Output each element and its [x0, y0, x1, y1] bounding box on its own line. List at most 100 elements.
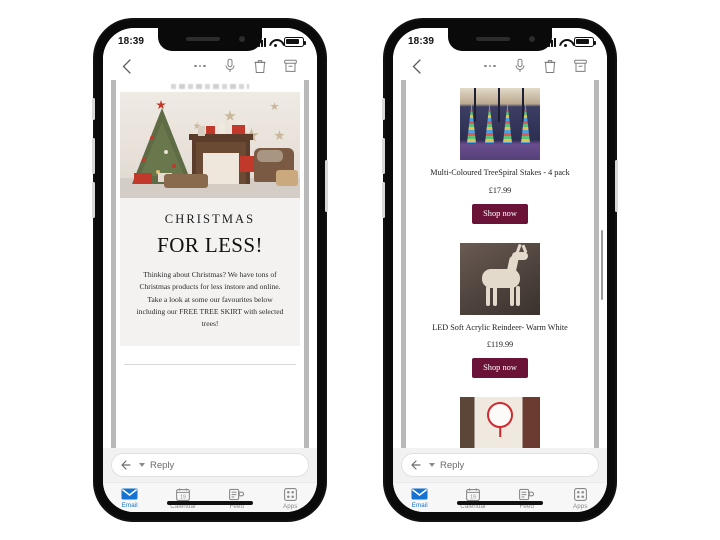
promo-block: CHRISTMAS FOR LESS! Thinking about Chris… [120, 198, 300, 347]
silent-switch-right[interactable] [382, 98, 385, 120]
obscured-sender-line [171, 84, 249, 89]
status-indicators [545, 36, 596, 47]
trash-icon[interactable] [245, 59, 275, 74]
back-chevron-icon[interactable] [115, 58, 137, 74]
reply-arrow-icon [121, 459, 131, 470]
tab-feed[interactable]: Feed [500, 488, 554, 510]
product-price: £17.99 [488, 185, 512, 195]
tab-email-label: Email [411, 502, 428, 509]
phone-screen-left: 18:39 CHRISTMAS FOR LESS! Thinking about… [103, 28, 317, 512]
product-spacer [393, 378, 607, 395]
mail-toolbar-right [393, 52, 607, 80]
tab-calendar[interactable]: 19 Calendar [447, 488, 501, 510]
product-title: LED Soft Acrylic Reindeer- Warm White [432, 322, 568, 332]
earpiece-speaker-icon [186, 37, 220, 41]
email-hero-image [120, 92, 300, 198]
screenshot-canvas: 18:39 CHRISTMAS FOR LESS! Thinking about… [0, 0, 720, 540]
content-divider [124, 364, 296, 366]
front-camera-icon [239, 36, 245, 42]
calendar-icon: 19 [176, 488, 191, 501]
archive-icon[interactable] [275, 59, 305, 73]
front-camera-icon [529, 36, 535, 42]
home-indicator-right[interactable] [457, 501, 543, 505]
phone-screen-right: 18:39 Multi-Coloured TreeSpiral Stakes -… [393, 28, 607, 512]
promo-body-text: Thinking about Christmas? We have tons o… [136, 270, 284, 329]
tab-bar-left: Email 19 Calendar Feed Apps [103, 482, 317, 512]
svg-text:19: 19 [180, 494, 186, 500]
volume-down-button-right[interactable] [382, 182, 385, 218]
microphone-icon[interactable] [505, 58, 535, 74]
shop-now-button[interactable]: Shop now [472, 358, 528, 379]
product-card: LED Soft Acrylic Reindeer- Warm White £1… [415, 241, 585, 379]
promo-subheading: FOR LESS! [157, 233, 263, 257]
chevron-down-icon[interactable] [139, 463, 145, 467]
volume-up-button-right[interactable] [382, 138, 385, 174]
status-indicators [255, 36, 306, 47]
reply-placeholder: Reply [440, 459, 465, 471]
volume-down-button-left[interactable] [92, 182, 95, 218]
content-rail-left [111, 80, 116, 448]
chevron-down-icon[interactable] [429, 463, 435, 467]
apps-grid-icon [283, 488, 297, 501]
product-card-partial [415, 395, 585, 448]
status-time: 18:39 [118, 36, 145, 47]
phone-device-left: 18:39 CHRISTMAS FOR LESS! Thinking about… [92, 20, 328, 520]
reply-bar-right: Reply [393, 448, 607, 482]
tab-apps[interactable]: Apps [554, 488, 608, 510]
power-button-right[interactable] [615, 160, 618, 212]
tab-apps-label: Apps [282, 503, 298, 510]
product-title: Multi-Coloured TreeSpiral Stakes - 4 pac… [430, 168, 570, 177]
volume-up-button-left[interactable] [92, 138, 95, 174]
email-content-right[interactable]: Multi-Coloured TreeSpiral Stakes - 4 pac… [393, 80, 607, 448]
wifi-icon [559, 38, 571, 47]
product-image [460, 242, 540, 315]
tab-apps[interactable]: Apps [264, 488, 318, 510]
tab-email[interactable]: Email [103, 488, 157, 509]
power-button-left[interactable] [325, 160, 328, 212]
trash-icon[interactable] [535, 59, 565, 74]
more-options-icon[interactable] [475, 64, 505, 68]
reply-bar-left: Reply [103, 448, 317, 482]
battery-icon [574, 36, 596, 47]
tab-calendar[interactable]: 19 Calendar [157, 488, 211, 510]
silent-switch-left[interactable] [92, 98, 95, 120]
archive-icon[interactable] [565, 59, 595, 73]
home-indicator-left[interactable] [167, 501, 253, 505]
envelope-icon [121, 488, 138, 500]
content-rail-left [401, 80, 406, 448]
phone-device-right: 18:39 Multi-Coloured TreeSpiral Stakes -… [382, 20, 618, 520]
product-spacer [393, 224, 607, 241]
product-image [460, 397, 540, 448]
back-chevron-icon[interactable] [405, 58, 427, 74]
earpiece-speaker-icon [476, 37, 510, 41]
more-options-icon[interactable] [185, 64, 215, 68]
device-notch-right [448, 28, 552, 51]
microphone-icon[interactable] [215, 58, 245, 74]
wifi-icon [269, 38, 281, 47]
product-price: £119.99 [486, 340, 514, 350]
mail-toolbar-left [103, 52, 317, 80]
tab-feed[interactable]: Feed [210, 488, 264, 510]
svg-text:19: 19 [470, 494, 476, 500]
promo-heading: CHRISTMAS [164, 212, 256, 226]
tab-bar-right: Email 19 Calendar Feed Apps [393, 482, 607, 512]
status-time: 18:39 [408, 36, 435, 47]
email-content-left[interactable]: CHRISTMAS FOR LESS! Thinking about Chris… [103, 80, 317, 448]
content-rail-right [304, 80, 309, 448]
reply-input[interactable]: Reply [111, 453, 309, 477]
shop-now-button[interactable]: Shop now [472, 203, 528, 224]
scrollbar-thumb[interactable] [600, 230, 603, 300]
calendar-icon: 19 [466, 488, 481, 501]
reply-input[interactable]: Reply [401, 453, 599, 477]
feed-icon [519, 488, 535, 501]
content-rail-right [594, 80, 599, 448]
apps-grid-icon [573, 488, 587, 501]
reply-placeholder: Reply [150, 459, 175, 471]
tab-email-label: Email [121, 502, 138, 509]
battery-icon [284, 36, 306, 47]
product-card: Multi-Coloured TreeSpiral Stakes - 4 pac… [415, 86, 585, 224]
device-notch-left [158, 28, 262, 51]
tab-email[interactable]: Email [393, 488, 447, 509]
envelope-icon [411, 488, 428, 500]
tab-apps-label: Apps [572, 503, 588, 510]
